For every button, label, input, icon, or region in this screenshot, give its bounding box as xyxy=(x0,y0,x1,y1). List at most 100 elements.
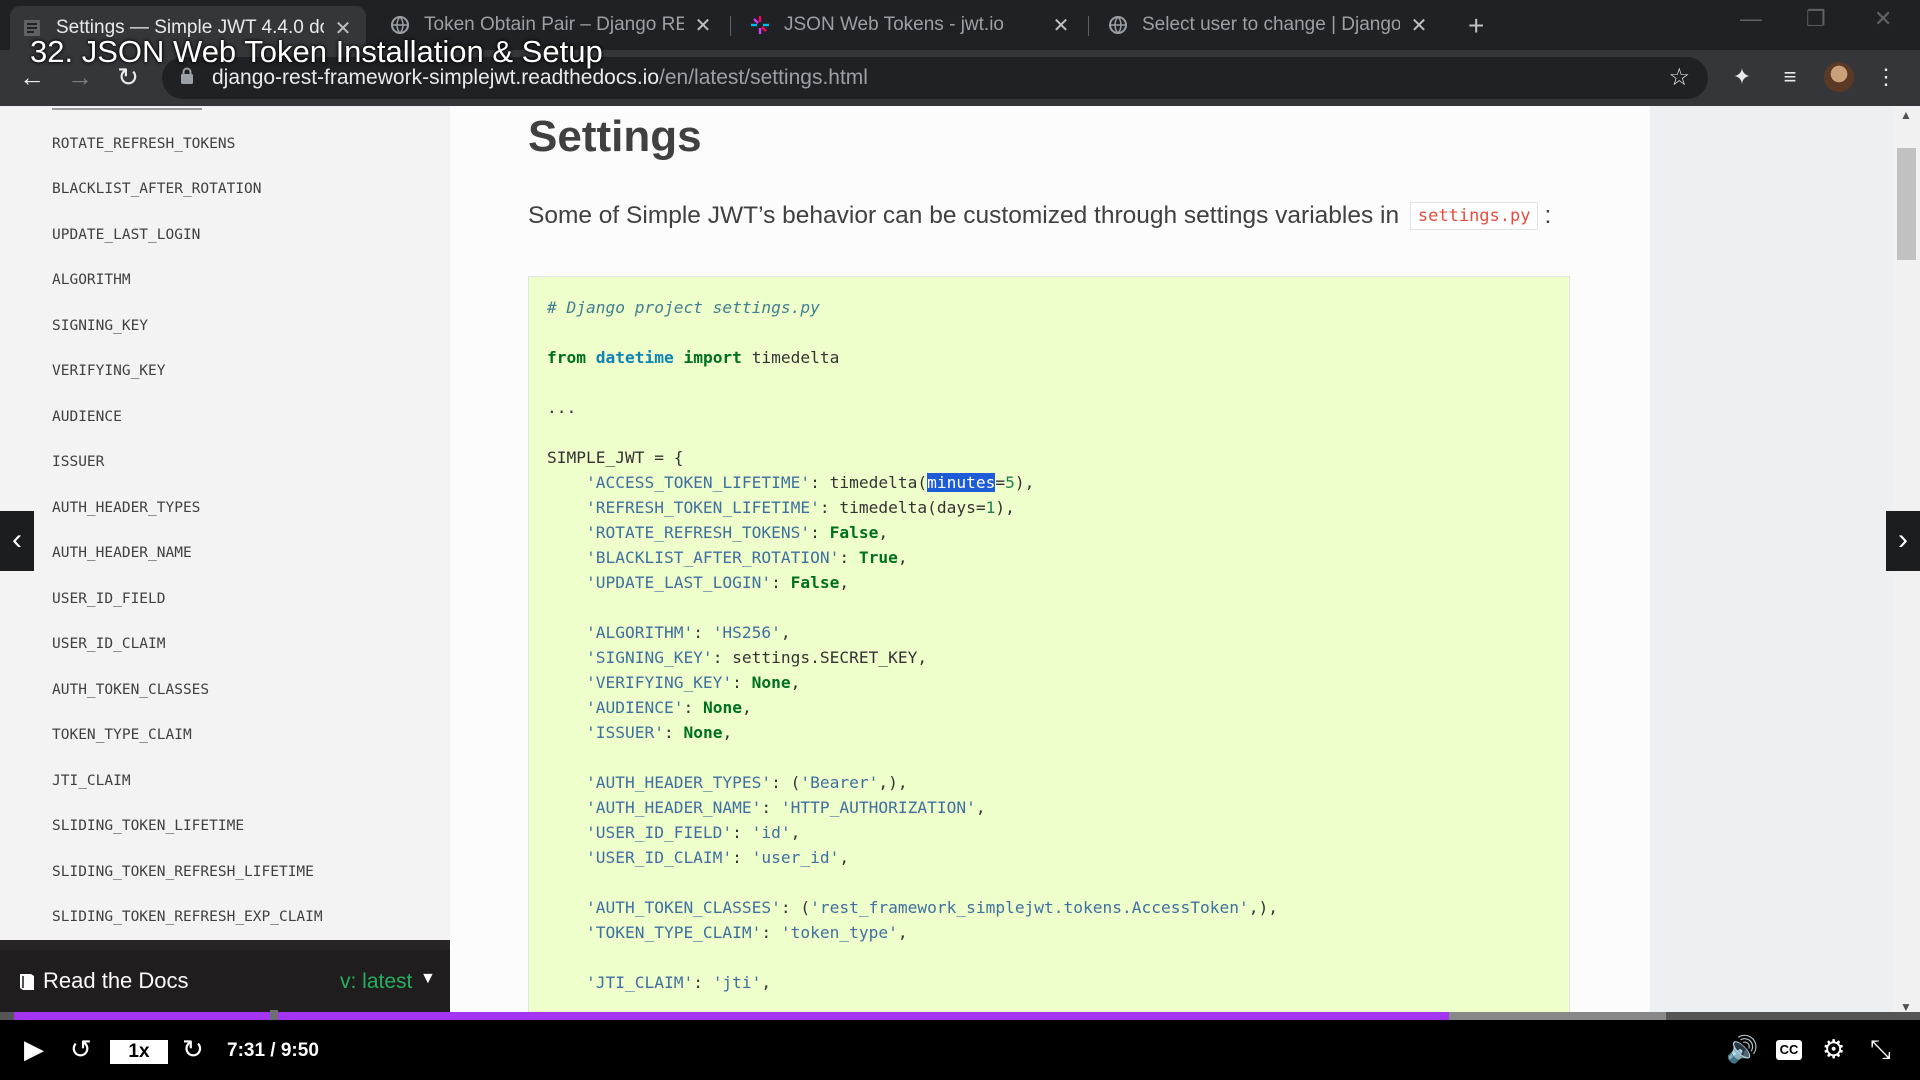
profile-avatar[interactable] xyxy=(1824,62,1854,92)
code-line: 'ALGORITHM': 'HS256', xyxy=(585,623,791,642)
volume-icon[interactable]: 🔊 xyxy=(1726,1034,1758,1065)
code-line: 'AUDIENCE': None, xyxy=(585,698,752,717)
keyword-import: import xyxy=(683,348,742,367)
tab-separator xyxy=(1088,16,1089,36)
close-icon[interactable]: ✕ xyxy=(1050,13,1072,38)
window-close-icon[interactable]: ✕ xyxy=(1874,6,1892,32)
tab-title: JSON Web Tokens - jwt.io xyxy=(784,14,1004,35)
browser-menu-icon[interactable]: ⋮ xyxy=(1872,64,1900,92)
media-queue-icon[interactable]: ≡ xyxy=(1776,64,1804,92)
close-icon[interactable]: ✕ xyxy=(692,13,714,38)
toc-link[interactable]: AUDIENCE xyxy=(52,409,122,425)
minimize-icon[interactable]: — xyxy=(1740,6,1762,32)
close-icon[interactable]: ✕ xyxy=(1408,13,1430,38)
code-line: 'BLACKLIST_AFTER_ROTATION': True, xyxy=(585,548,908,567)
scroll-up-arrow-icon[interactable]: ▲ xyxy=(1900,108,1912,122)
video-player-controls: ▶ ↺ 1x ↻ 7:31 / 9:50 🔊 CC ⚙ ⤡ xyxy=(0,1020,1920,1080)
page-title: Settings xyxy=(528,112,702,161)
code-line: 'AUTH_HEADER_NAME': 'HTTP_AUTHORIZATION'… xyxy=(585,798,986,817)
toc-link[interactable]: AUTH_HEADER_NAME xyxy=(52,545,192,561)
play-icon[interactable]: ▶ xyxy=(24,1034,44,1065)
keyword-from: from xyxy=(547,348,586,367)
code-line: 'ACCESS_TOKEN_LIFETIME': timedelta(minut… xyxy=(585,473,1035,492)
played-bar xyxy=(14,1012,1450,1020)
intro-paragraph: Some of Simple JWT’s behavior can be cus… xyxy=(528,202,1551,230)
book-icon xyxy=(20,974,34,990)
intro-text: Some of Simple JWT’s behavior can be cus… xyxy=(528,202,1400,229)
rewind-icon[interactable]: ↺ xyxy=(70,1034,92,1065)
toc-link[interactable]: ALGORITHM xyxy=(52,272,131,288)
code-line: 'ISSUER': None, xyxy=(585,723,733,742)
globe-icon xyxy=(1109,16,1127,34)
import-name: timedelta xyxy=(751,348,840,367)
globe-icon xyxy=(391,16,409,34)
code-line: 'USER_ID_FIELD': 'id', xyxy=(585,823,801,842)
bookmark-star-icon[interactable]: ☆ xyxy=(1668,63,1690,92)
new-tab-plus-icon[interactable]: + xyxy=(1468,10,1484,42)
playback-speed-button[interactable]: 1x xyxy=(110,1040,168,1064)
extensions-puzzle-icon[interactable]: ✦ xyxy=(1728,64,1756,92)
url-path: /en/latest/settings.html xyxy=(659,66,868,89)
toc-link[interactable]: SLIDING_TOKEN_REFRESH_LIFETIME xyxy=(52,864,314,880)
captions-button[interactable]: CC xyxy=(1776,1040,1802,1060)
right-gutter xyxy=(1650,106,1920,1019)
time-display: 7:31 / 9:50 xyxy=(227,1040,319,1061)
toc-link[interactable]: AUTH_TOKEN_CLASSES xyxy=(52,682,209,698)
exit-fullscreen-icon[interactable]: ⤡ xyxy=(1870,1034,1891,1066)
video-progress-bar[interactable] xyxy=(0,1010,1920,1022)
code-line: 'ROTATE_REFRESH_TOKENS': False, xyxy=(585,523,889,542)
code-ellipsis: ... xyxy=(547,398,577,417)
forward-icon[interactable]: ↻ xyxy=(182,1034,204,1065)
toc-link[interactable]: JTI_CLAIM xyxy=(52,773,131,789)
docs-page: ROTATE_REFRESH_TOKENS BLACKLIST_AFTER_RO… xyxy=(0,106,1920,1019)
code-line: 'AUTH_TOKEN_CLASSES': ('rest_framework_s… xyxy=(585,898,1278,917)
tab-title: Select user to change | Django site admi… xyxy=(1142,14,1400,35)
toc-link[interactable]: SIGNING_KEY xyxy=(52,318,148,334)
toc-link[interactable]: USER_ID_FIELD xyxy=(52,591,166,607)
code-line: 'AUTH_HEADER_TYPES': ('Bearer',), xyxy=(585,773,908,792)
dict-open: SIMPLE_JWT = { xyxy=(547,448,684,467)
code-line: 'REFRESH_TOKEN_LIFETIME': timedelta(days… xyxy=(585,498,1015,517)
code-comment: # Django project settings.py xyxy=(547,298,820,317)
module-name: datetime xyxy=(595,348,674,367)
toc-link[interactable]: ROTATE_REFRESH_TOKENS xyxy=(52,136,235,152)
toc-link[interactable]: TOKEN_TYPE_CLAIM xyxy=(52,727,192,743)
jwt-logo-icon xyxy=(751,16,769,34)
read-the-docs-flyout[interactable]: Read the Docs v: latest ▼ xyxy=(0,940,450,1019)
code-block[interactable]: # Django project settings.py from dateti… xyxy=(528,276,1570,1019)
selected-text[interactable]: minutes xyxy=(927,473,996,492)
code-lines: 'ACCESS_TOKEN_LIFETIME': timedelta(minut… xyxy=(547,473,1278,992)
intro-tail: : xyxy=(1544,202,1552,229)
toc-link[interactable]: VERIFYING_KEY xyxy=(52,363,166,379)
code-line: 'UPDATE_LAST_LOGIN': False, xyxy=(585,573,850,592)
settings-gear-icon[interactable]: ⚙ xyxy=(1822,1034,1845,1065)
toc-link[interactable]: SLIDING_TOKEN_LIFETIME xyxy=(52,818,244,834)
code-line: 'USER_ID_CLAIM': 'user_id', xyxy=(585,848,850,867)
restore-icon[interactable]: ❐ xyxy=(1806,6,1826,32)
tab-separator xyxy=(730,16,731,36)
video-title-overlay: 32. JSON Web Token Installation & Setup xyxy=(30,34,603,69)
toc-link[interactable]: SLIDING_TOKEN_REFRESH_EXP_CLAIM xyxy=(52,909,323,925)
inline-code: settings.py xyxy=(1409,202,1539,230)
tab-django-admin[interactable]: Select user to change | Django site admi… xyxy=(1096,8,1442,42)
caret-down-icon[interactable]: ▼ xyxy=(420,970,436,988)
code-text[interactable]: # Django project settings.py from dateti… xyxy=(547,295,1278,995)
previous-lecture-chevron-icon[interactable]: ‹ xyxy=(0,511,34,571)
clipped-toc-item xyxy=(52,106,202,110)
tab-title: Token Obtain Pair – Django REST framewor… xyxy=(424,14,684,35)
code-line: 'SIGNING_KEY': settings.SECRET_KEY, xyxy=(585,648,928,667)
main-content: Settings Some of Simple JWT’s behavior c… xyxy=(450,106,1650,1019)
code-line: 'JTI_CLAIM': 'jti', xyxy=(585,973,772,992)
scrollbar-thumb[interactable] xyxy=(1897,148,1916,260)
toc-link[interactable]: UPDATE_LAST_LOGIN xyxy=(52,227,200,243)
version-selector[interactable]: v: latest xyxy=(340,970,412,994)
tab-jwt-io[interactable]: JSON Web Tokens - jwt.io ✕ xyxy=(738,8,1084,42)
toc-link[interactable]: BLACKLIST_AFTER_ROTATION xyxy=(52,181,262,197)
code-line: 'VERIFYING_KEY': None, xyxy=(585,673,801,692)
docs-sidebar: ROTATE_REFRESH_TOKENS BLACKLIST_AFTER_RO… xyxy=(0,106,451,1019)
next-lecture-chevron-icon[interactable]: › xyxy=(1886,511,1920,571)
toc-link[interactable]: USER_ID_CLAIM xyxy=(52,636,166,652)
toc-link[interactable]: ISSUER xyxy=(52,454,104,470)
code-line: 'TOKEN_TYPE_CLAIM': 'token_type', xyxy=(585,923,908,942)
toc-link[interactable]: AUTH_HEADER_TYPES xyxy=(52,500,200,516)
